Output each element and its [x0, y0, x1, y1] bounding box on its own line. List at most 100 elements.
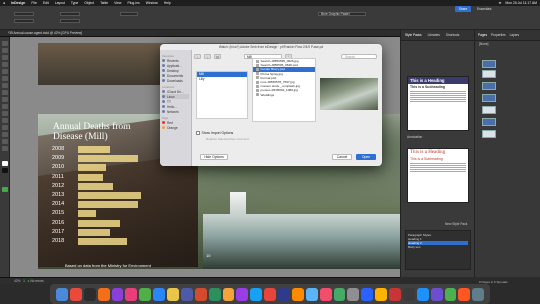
font-field[interactable]: Bree Graphic Pastel — [318, 12, 366, 16]
dock-app-icon[interactable] — [222, 287, 235, 301]
dock-app-icon[interactable] — [430, 287, 443, 301]
dock-app-icon[interactable] — [319, 287, 332, 301]
dock-app-icon[interactable] — [458, 287, 471, 301]
dock-app-icon[interactable] — [264, 287, 276, 301]
dock-app-icon[interactable] — [236, 287, 249, 301]
import-options-checkbox[interactable] — [196, 131, 200, 135]
hide-options-button[interactable]: Hide Options — [200, 154, 228, 160]
pencil-tool-icon[interactable] — [2, 83, 8, 88]
dock-app-icon[interactable] — [180, 287, 193, 301]
dock-app-icon[interactable] — [194, 287, 207, 301]
chart-bar[interactable] — [78, 146, 110, 153]
pen-tool-icon[interactable] — [2, 76, 8, 81]
sidebar-item-network[interactable]: Network — [162, 109, 189, 114]
chart-bar[interactable] — [78, 155, 138, 163]
new-style-pack-button[interactable]: New Style Pack — [445, 222, 467, 226]
tab-pages[interactable]: Pages — [478, 33, 487, 37]
page-thumbnail[interactable] — [482, 60, 496, 68]
chart-bar[interactable] — [78, 173, 103, 181]
dock-app-icon[interactable] — [305, 287, 318, 301]
selection-tool-icon[interactable] — [2, 41, 8, 46]
menu-window[interactable]: Window — [146, 1, 158, 5]
chart-bar[interactable] — [78, 182, 113, 190]
line-tool-icon[interactable] — [2, 69, 8, 74]
clock[interactable]: Mon 26 Jul 11:17 AM — [505, 1, 537, 5]
w-field[interactable] — [60, 12, 80, 16]
folder-row[interactable]: Lilly — [197, 77, 247, 82]
menu-layout[interactable]: Layout — [55, 1, 65, 5]
chart-bar[interactable] — [78, 228, 110, 236]
x-field[interactable] — [14, 12, 34, 16]
dock-app-icon[interactable] — [291, 287, 304, 301]
note-tool-icon[interactable] — [2, 125, 8, 130]
tag-orange[interactable]: Orange — [162, 125, 189, 130]
menu-plugins[interactable]: Plug-ins — [127, 1, 139, 5]
dock-app-icon[interactable] — [250, 287, 263, 301]
share-button[interactable]: Share — [455, 6, 471, 12]
scale-field[interactable] — [120, 12, 138, 16]
chart-bar[interactable] — [78, 210, 96, 218]
back-button[interactable]: ‹ — [194, 53, 201, 59]
dock-app-icon[interactable] — [69, 287, 82, 301]
menu-edit[interactable]: Edit — [43, 1, 49, 5]
preview-mode-icon[interactable] — [2, 187, 8, 192]
show-import-options[interactable]: Show Import Options — [196, 131, 233, 135]
dock-app-icon[interactable] — [56, 287, 68, 301]
style-pack-card-2[interactable]: This is a Heading This is a Subheading — [407, 148, 469, 203]
dock-app-icon[interactable] — [472, 287, 485, 301]
dock-app-icon[interactable] — [153, 287, 165, 301]
stroke-swatch-icon[interactable] — [2, 168, 8, 173]
page-thumbnail[interactable] — [482, 82, 496, 90]
forward-button[interactable]: › — [204, 53, 211, 59]
page-thumbnail[interactable] — [482, 130, 496, 138]
dock-app-icon[interactable] — [278, 287, 290, 301]
page-thumbnail[interactable] — [482, 70, 496, 78]
dock-app-icon[interactable] — [361, 287, 374, 301]
page-field[interactable]: 1 — [23, 279, 25, 283]
dock-app-icon[interactable] — [402, 287, 415, 301]
tab-layers[interactable]: Layers — [510, 33, 520, 37]
menu-file[interactable]: File — [31, 1, 36, 5]
gradient-tool-icon[interactable] — [2, 118, 8, 123]
dock-app-icon[interactable] — [444, 287, 457, 301]
document-tab[interactable]: *39 Annual-cause-agent.indd @ 42% [GPU P… — [0, 30, 400, 37]
menu-help[interactable]: Help — [164, 1, 171, 5]
frame-tool-icon[interactable] — [2, 90, 8, 95]
chart-bar[interactable] — [78, 201, 138, 209]
view-columns-button[interactable]: ▥ — [214, 53, 221, 59]
page-thumbnail[interactable] — [482, 118, 496, 126]
dock-app-icon[interactable] — [208, 287, 221, 301]
page-thumbnail[interactable] — [482, 94, 496, 102]
rectangle-tool-icon[interactable] — [2, 97, 8, 102]
dock-app-icon[interactable] — [125, 287, 138, 301]
type-tool-icon[interactable] — [2, 62, 8, 67]
chart-bar[interactable] — [78, 192, 141, 199]
styles-list-item[interactable]: Body text — [408, 245, 468, 249]
chart-bar[interactable] — [78, 219, 120, 227]
hand-tool-icon[interactable] — [2, 139, 8, 144]
dock-app-icon[interactable] — [139, 287, 152, 301]
transform-tool-icon[interactable] — [2, 111, 8, 116]
chart-title[interactable]: Annual Deaths from Disease (Mill) — [53, 122, 131, 142]
style-pack-card-1[interactable]: This is a Heading This is a Subheading — [407, 76, 469, 131]
dock-app-icon[interactable] — [416, 287, 429, 301]
dock-app-icon[interactable] — [389, 287, 401, 301]
y-field[interactable] — [14, 19, 34, 23]
dock-app-icon[interactable] — [83, 287, 96, 301]
wifi-icon[interactable]: ≋ — [499, 1, 502, 5]
page-thumbnail[interactable] — [482, 106, 496, 114]
zoom-level[interactable]: 42% — [14, 279, 20, 283]
file-row[interactable]: Weddings — [253, 93, 315, 97]
scissors-tool-icon[interactable] — [2, 104, 8, 109]
eyedropper-tool-icon[interactable] — [2, 132, 8, 137]
zoom-tool-icon[interactable] — [2, 146, 8, 151]
apple-icon[interactable]: ● — [3, 1, 5, 5]
chart-bar[interactable] — [78, 238, 127, 245]
menu-app-name[interactable]: InDesign — [11, 1, 25, 5]
preflight-status[interactable]: No errors — [30, 279, 43, 283]
menu-type[interactable]: Type — [71, 1, 78, 5]
workspace-switcher[interactable]: Essentials — [477, 6, 503, 12]
dock-app-icon[interactable] — [97, 287, 110, 301]
tab-libraries[interactable]: Libraries — [428, 33, 440, 37]
direct-selection-tool-icon[interactable] — [2, 48, 8, 53]
